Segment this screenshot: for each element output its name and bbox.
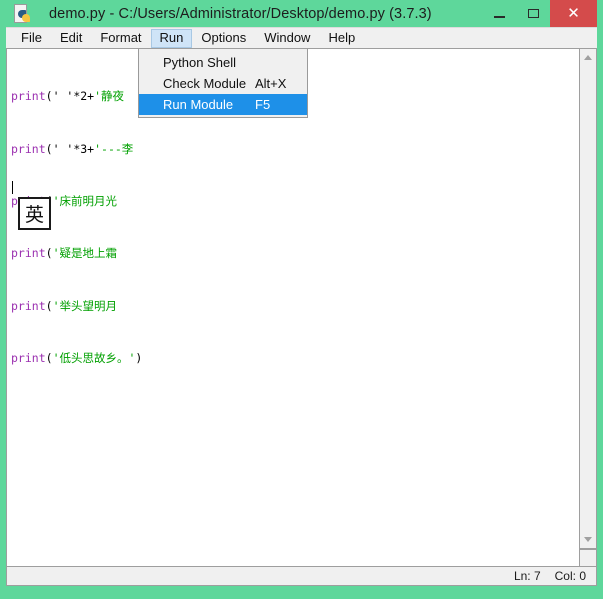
- maximize-button[interactable]: [516, 0, 550, 27]
- menu-item-label: Check Module: [163, 76, 247, 91]
- menu-item-label: Python Shell: [163, 55, 236, 70]
- close-button[interactable]: ✕: [550, 0, 597, 27]
- code-token-string: '低头思故乡。': [52, 351, 136, 366]
- minimize-icon: [493, 15, 505, 18]
- menu-item-python-shell[interactable]: Python Shell: [139, 52, 307, 73]
- title-bar[interactable]: demo.py - C:/Users/Administrator/Desktop…: [6, 0, 597, 27]
- close-icon: ✕: [567, 5, 580, 22]
- status-column-number: Col: 0: [554, 569, 586, 583]
- vertical-scrollbar[interactable]: [579, 48, 597, 549]
- scroll-up-arrow-icon: [584, 55, 592, 60]
- menu-file[interactable]: File: [12, 29, 51, 48]
- run-menu-dropdown: Python Shell Check Module Alt+X Run Modu…: [138, 49, 308, 118]
- menu-item-accel: F5: [255, 97, 271, 112]
- menu-item-label: Run Module: [163, 97, 234, 112]
- code-token-string: '床前明月光: [52, 194, 117, 209]
- menu-options[interactable]: Options: [192, 29, 255, 48]
- scroll-up-button[interactable]: [580, 49, 596, 66]
- code-token-string: '疑是地上霜: [52, 246, 117, 261]
- menu-item-accel: Alt+X: [255, 76, 287, 91]
- ime-indicator[interactable]: 英: [18, 197, 51, 230]
- status-line-number: Ln: 7: [513, 569, 541, 583]
- code-line-6: print('低头思故乡。'): [11, 352, 142, 365]
- code-token-fn: print: [11, 89, 46, 104]
- code-token-string: '静夜: [94, 89, 125, 104]
- menu-window[interactable]: Window: [255, 29, 319, 48]
- maximize-icon: [527, 9, 539, 18]
- code-editor[interactable]: print(' '*2+'静夜 print(' '*3+'---李 print(…: [6, 48, 579, 567]
- code-token-close: ): [135, 351, 143, 366]
- code-line-2: print(' '*3+'---李: [11, 141, 142, 156]
- code-token-fn: print: [11, 141, 46, 156]
- idle-window: demo.py - C:/Users/Administrator/Desktop…: [0, 0, 603, 599]
- text-caret: [12, 181, 13, 194]
- menu-help[interactable]: Help: [319, 29, 364, 48]
- code-line-4: print('疑是地上霜: [11, 247, 142, 260]
- code-line-1: print(' '*2+'静夜: [11, 90, 142, 103]
- python-idle-icon: [11, 3, 33, 25]
- editor-area: print(' '*2+'静夜 print(' '*3+'---李 print(…: [6, 48, 597, 567]
- code-token-fn: print: [11, 298, 46, 313]
- menu-format[interactable]: Format: [91, 29, 150, 48]
- code-token-string: '---李: [94, 141, 134, 156]
- menu-run[interactable]: Run: [150, 28, 193, 48]
- scrollbar-track[interactable]: [580, 66, 596, 531]
- code-token-paren: (: [45, 246, 53, 261]
- scroll-down-arrow-icon: [584, 537, 592, 542]
- code-token-expr: ' '*2+: [52, 89, 95, 104]
- caption-buttons: ✕: [482, 0, 597, 27]
- menu-bar: File Edit Format Run Options Window Help: [6, 27, 597, 48]
- status-bar: Ln: 7 Col: 0: [6, 567, 597, 586]
- code-line-5: print('举头望明月: [11, 298, 142, 313]
- window-title: demo.py - C:/Users/Administrator/Desktop…: [49, 5, 432, 22]
- code-token-paren: (: [45, 141, 53, 156]
- code-token-paren: (: [45, 351, 53, 366]
- code-token-paren: (: [45, 89, 53, 104]
- code-token-paren: (: [45, 298, 53, 313]
- scrollbar-corner: [579, 549, 597, 567]
- menu-edit[interactable]: Edit: [51, 29, 91, 48]
- code-token-expr: ' '*3+: [52, 141, 95, 156]
- code-token-fn: print: [11, 351, 46, 366]
- code-token-fn: print: [11, 246, 46, 261]
- menu-item-check-module[interactable]: Check Module Alt+X: [139, 73, 307, 94]
- scroll-down-button[interactable]: [580, 531, 596, 548]
- menu-item-run-module[interactable]: Run Module F5: [139, 94, 307, 115]
- code-token-string: '举头望明月: [52, 298, 117, 313]
- minimize-button[interactable]: [482, 0, 516, 27]
